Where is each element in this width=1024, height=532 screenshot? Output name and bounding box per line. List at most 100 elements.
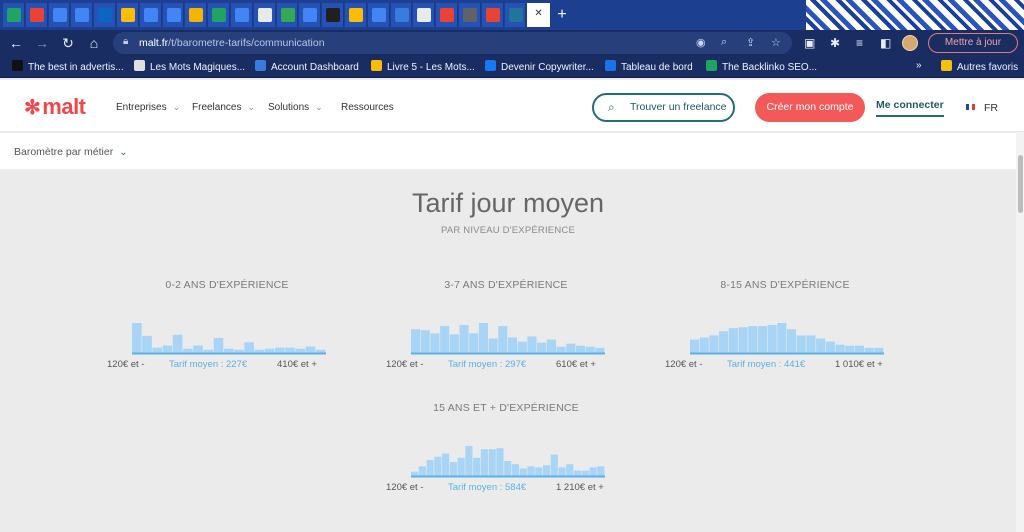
histogram-bar[interactable] <box>132 323 142 353</box>
browser-tab[interactable] <box>48 3 71 27</box>
bookmark-item[interactable]: Account Dashboard <box>255 60 359 73</box>
histogram-bar[interactable] <box>285 347 295 353</box>
histogram-bar[interactable] <box>508 337 518 353</box>
histogram-bar[interactable] <box>223 348 234 353</box>
browser-tab[interactable] <box>367 3 390 27</box>
histogram-bar[interactable] <box>573 470 582 476</box>
language-selector[interactable]: FR <box>966 102 998 114</box>
histogram-bar[interactable] <box>213 338 224 353</box>
histogram-bar[interactable] <box>488 338 498 353</box>
histogram-bar[interactable] <box>585 346 595 353</box>
histogram-bar[interactable] <box>473 457 481 476</box>
histogram-bar[interactable] <box>465 446 473 476</box>
histogram-bar[interactable] <box>777 323 787 353</box>
histogram-bar[interactable] <box>787 329 797 353</box>
bookmarks-overflow[interactable]: » <box>916 60 922 71</box>
histogram-bar[interactable] <box>430 333 440 353</box>
histogram-bar[interactable] <box>264 348 275 353</box>
forward-icon[interactable]: → <box>34 35 50 51</box>
new-tab-button[interactable]: + <box>557 6 566 24</box>
histogram-bar[interactable] <box>558 467 566 476</box>
histogram-bar[interactable] <box>418 466 426 476</box>
histogram-bar[interactable] <box>488 449 496 476</box>
browser-tab[interactable] <box>25 3 48 27</box>
histogram-bar[interactable] <box>498 326 508 353</box>
histogram-bar[interactable] <box>796 335 806 353</box>
browser-tab[interactable] <box>299 3 322 27</box>
histogram-bar[interactable] <box>440 326 450 353</box>
histogram-bar[interactable] <box>517 341 527 353</box>
histogram-bar[interactable] <box>566 464 574 476</box>
browser-tab[interactable] <box>117 3 139 27</box>
google-lens-icon[interactable]: ◉ <box>696 36 706 49</box>
histogram-bar[interactable] <box>854 345 864 353</box>
browser-tab[interactable] <box>208 3 230 27</box>
profile-avatar[interactable] <box>902 35 918 51</box>
url-text[interactable]: malt.fr/t/barometre-tarifs/communication <box>139 37 325 49</box>
bookmark-item[interactable]: Les Mots Magiques... <box>134 60 245 73</box>
histogram-bar[interactable] <box>480 449 488 476</box>
histogram-bar[interactable] <box>874 347 884 353</box>
histogram-bar[interactable] <box>469 333 479 353</box>
bookmark-star-icon[interactable]: ☆ <box>771 36 781 49</box>
browser-tab[interactable] <box>413 3 436 27</box>
histogram-bar[interactable] <box>142 335 152 353</box>
histogram-bar[interactable] <box>172 334 183 353</box>
browser-tab[interactable] <box>504 3 527 27</box>
histogram-bar[interactable] <box>757 326 767 353</box>
histogram-bar[interactable] <box>595 347 605 353</box>
scrollbar-thumb[interactable] <box>1018 155 1023 213</box>
nav-freelances[interactable]: Freelances ⌄ <box>192 102 255 113</box>
histogram-bar[interactable] <box>767 325 777 353</box>
histogram-bar[interactable] <box>581 470 589 476</box>
histogram-bar[interactable] <box>835 344 845 353</box>
share-icon[interactable]: ⇪ <box>746 36 755 49</box>
histogram-bar[interactable] <box>457 457 465 476</box>
histogram-bar[interactable] <box>816 338 826 353</box>
histogram-bar[interactable] <box>420 330 430 353</box>
close-tab-icon[interactable]: ✕ <box>534 8 542 19</box>
histogram-bar[interactable] <box>295 348 305 353</box>
histogram-bar[interactable] <box>459 325 469 353</box>
histogram-bar[interactable] <box>845 345 855 353</box>
login-link[interactable]: Me connecter <box>876 99 944 117</box>
bookmark-item[interactable]: The Backlinko SEO... <box>706 60 817 73</box>
address-bar[interactable]: 🔒︎ malt.fr/t/barometre-tarifs/communicat… <box>113 32 792 54</box>
browser-tab[interactable] <box>94 3 116 27</box>
browser-tab[interactable] <box>253 3 276 27</box>
bookmark-item[interactable]: Devenir Copywriter... <box>485 60 594 73</box>
browser-tab[interactable] <box>322 3 344 27</box>
back-icon[interactable]: ← <box>8 35 24 51</box>
browser-tab[interactable] <box>162 3 185 27</box>
histogram-bar[interactable] <box>748 326 758 353</box>
histogram-bar[interactable] <box>709 335 719 353</box>
browser-tab[interactable] <box>390 3 413 27</box>
histogram-bar[interactable] <box>449 334 459 353</box>
histogram-bar[interactable] <box>478 323 488 353</box>
histogram-bar[interactable] <box>864 347 874 353</box>
nav-entreprises[interactable]: Entreprises ⌄ <box>116 102 180 113</box>
browser-tab[interactable] <box>345 3 367 27</box>
browser-tab[interactable] <box>481 3 504 27</box>
search-icon[interactable]: ⌕ <box>721 36 727 49</box>
histogram-bar[interactable] <box>719 331 729 353</box>
reading-list-icon[interactable]: ≡ <box>856 36 863 50</box>
histogram-bar[interactable] <box>546 339 556 353</box>
browser-tab[interactable] <box>276 3 299 27</box>
histogram-bar[interactable] <box>690 339 700 353</box>
histogram-bar[interactable] <box>442 453 450 477</box>
histogram-bar[interactable] <box>589 467 597 476</box>
puzzle-icon[interactable]: ✱ <box>830 36 840 50</box>
histogram-bar[interactable] <box>527 336 537 353</box>
active-browser-tab[interactable]: ✕ <box>527 3 552 27</box>
histogram-bar[interactable] <box>496 448 504 476</box>
histogram-bar[interactable] <box>738 327 748 353</box>
browser-tab[interactable] <box>71 3 94 27</box>
histogram-bar[interactable] <box>183 348 193 353</box>
histogram-bar[interactable] <box>699 337 709 353</box>
browser-tab[interactable] <box>3 3 25 27</box>
histogram-bar[interactable] <box>434 456 442 476</box>
histogram-bar[interactable] <box>162 345 173 354</box>
histogram-bar[interactable] <box>535 467 543 476</box>
histogram-bar[interactable] <box>426 459 434 476</box>
